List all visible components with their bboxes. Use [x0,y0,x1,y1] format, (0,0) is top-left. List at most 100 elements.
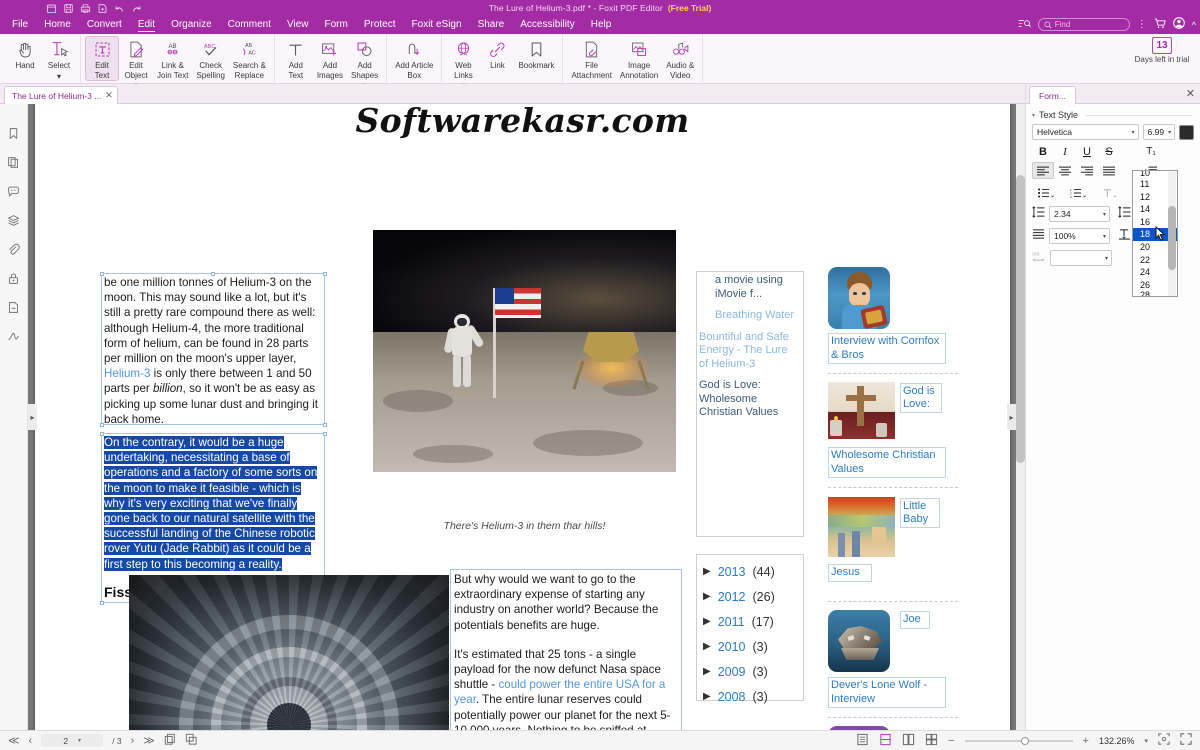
expand-triangle-icon[interactable]: ▶ [703,641,711,652]
print-icon[interactable] [80,3,91,14]
menu-item-convert[interactable]: Convert [79,17,130,32]
align-center-icon[interactable] [1054,162,1076,179]
expand-triangle-icon[interactable]: ▶ [703,591,711,602]
align-right-icon[interactable] [1076,162,1098,179]
page-number-input[interactable]: 2 ▾ [41,734,104,747]
menu-item-foxit-esign[interactable]: Foxit eSign [404,17,470,32]
image-annotation-button[interactable]: Image Annotation [616,36,662,80]
link-button[interactable]: Link [480,36,514,71]
pdf-page[interactable]: Softwarekasr.com be one million tonnes o… [35,104,1010,730]
continuous-scroll-icon[interactable] [879,733,892,749]
sidebar-link-2[interactable]: Bountiful and Safe Energy - The Lure of … [699,331,799,372]
security-icon[interactable] [5,269,23,287]
archive-row[interactable]: ▶ 2009 (3) [697,659,803,684]
menu-item-help[interactable]: Help [583,17,620,32]
select-tool-button[interactable]: Select ▾ [42,36,76,81]
cross-candles-thumb[interactable] [828,382,895,439]
related-title-2[interactable]: Jesus [828,564,872,582]
blog-sidebar-links[interactable]: a movie using iMovie f... Breathing Wate… [696,271,804,537]
save-icon[interactable] [63,3,74,14]
archive-year[interactable]: 2009 [718,665,746,679]
zoom-in-button[interactable]: + [1083,735,1089,747]
lone-wolf-thumb[interactable] [828,610,890,672]
related-inline-title-1[interactable]: God is Love: [900,383,942,413]
archive-row[interactable]: ▶ 2008 (3) [697,684,803,709]
paragraph-2-selected-text[interactable]: On the contrary, it would be a huge unde… [104,436,318,571]
page-thumbnails-icon[interactable] [5,153,23,171]
close-icon[interactable]: ✕ [1186,87,1195,100]
font-color-swatch[interactable] [1179,124,1194,140]
dropdown-scrollbar-thumb[interactable] [1168,206,1176,270]
chevron-down-icon[interactable]: ▾ [1103,233,1106,240]
bullet-list-icon[interactable] [1032,184,1059,201]
archive-row[interactable]: ▶ 2012 (26) [697,584,803,609]
save-as-icon[interactable] [97,3,108,14]
collapse-left-panel-handle[interactable]: ▸ [28,404,37,430]
text-style-section-header[interactable]: ▾ Text Style [1026,104,1200,122]
open-icon[interactable] [46,3,57,14]
zoom-slider[interactable] [964,736,1073,745]
check-spelling-button[interactable]: ABC Check Spelling [192,36,228,80]
archive-year[interactable]: 2011 [718,615,745,629]
add-text-button[interactable]: Add Text [279,36,313,80]
archive-row[interactable]: ▶ 2011 (17) [697,609,803,634]
single-page-icon[interactable] [856,733,869,749]
archive-year[interactable]: 2012 [718,590,746,604]
align-justify-icon[interactable] [1098,162,1120,179]
collapse-ribbon-icon[interactable]: ^ [1192,20,1196,30]
link-join-text-button[interactable]: AB Link & Join Text [153,36,192,80]
chevron-down-icon[interactable]: ▾ [78,737,81,744]
archive-row[interactable]: ▶ 2010 (3) [697,634,803,659]
signatures-icon[interactable] [5,327,23,345]
search-replace-button[interactable]: AB AC Search & Replace [229,36,270,80]
chevron-down-icon[interactable]: ▾ [1105,255,1108,262]
bookmark-button[interactable]: Bookmark [514,36,558,71]
bookmark-icon[interactable] [5,124,23,142]
menu-item-view[interactable]: View [279,17,317,32]
sidebar-link-1[interactable]: Breathing Water [715,309,799,323]
bold-button[interactable]: B [1032,143,1054,160]
archive-row[interactable]: ▶ 2013 (44) [697,559,803,584]
menu-item-protect[interactable]: Protect [356,17,404,32]
menu-item-form[interactable]: Form [317,17,356,32]
moon-landing-photo[interactable] [373,230,676,472]
archive-year[interactable]: 2013 [718,565,746,579]
audio-video-button[interactable]: Audio & Video [662,36,698,80]
cornfox-avatar-thumb[interactable] [828,267,890,329]
chevron-down-icon[interactable]: ▾ [1103,211,1106,218]
subscript-button[interactable]: T₁ [1140,143,1162,160]
menu-item-file[interactable]: File [4,17,36,32]
char-scale-combo[interactable]: 100% ▾ [1049,228,1110,244]
cart-icon[interactable] [1154,16,1166,34]
blog-archive-list[interactable]: ▶ 2013 (44) ▶ 2012 (26) ▶ 2011 (17) ▶ 20… [696,554,804,704]
previous-page-button[interactable]: ‹ [29,735,33,747]
fit-page-icon[interactable] [1158,733,1170,748]
two-page-scroll-icon[interactable] [925,733,938,749]
line-spacing-combo[interactable]: 2.34 ▾ [1049,206,1110,222]
underline-button[interactable]: U [1076,143,1098,160]
chevron-down-icon[interactable]: ▾ [1032,112,1035,119]
last-page-button[interactable]: ≫ [143,734,155,747]
account-avatar-icon[interactable] [1172,16,1185,34]
document-tab[interactable]: The Lure of Helium-3 ... ✕ [4,86,118,104]
archive-year[interactable]: 2008 [718,690,746,704]
menu-item-organize[interactable]: Organize [163,17,220,32]
layers-icon[interactable] [5,211,23,229]
redo-icon[interactable] [131,3,142,14]
hand-tool-button[interactable]: Hand [8,36,42,71]
more-options-icon[interactable]: ⋮ [1137,19,1147,29]
paragraph-1-link[interactable]: Helium-3 [104,367,150,380]
close-icon[interactable]: ✕ [105,90,113,101]
add-images-button[interactable]: Add Images [313,36,347,80]
first-page-button[interactable]: ≪ [8,734,20,747]
font-size-combo[interactable]: 6.99 ▾ [1142,124,1176,140]
zoom-slider-knob[interactable] [1020,736,1029,745]
document-vertical-scrollbar[interactable] [1016,104,1025,730]
archive-year[interactable]: 2010 [718,640,746,654]
fields-icon[interactable] [5,298,23,316]
text-frame-paragraph-3[interactable]: But why would we want to go to the extra… [450,569,682,730]
two-page-icon[interactable] [902,733,915,749]
file-attachment-button[interactable]: File Attachment [567,36,615,80]
related-inline-title-3[interactable]: Joe [900,611,930,629]
next-page-button[interactable]: › [131,735,135,747]
